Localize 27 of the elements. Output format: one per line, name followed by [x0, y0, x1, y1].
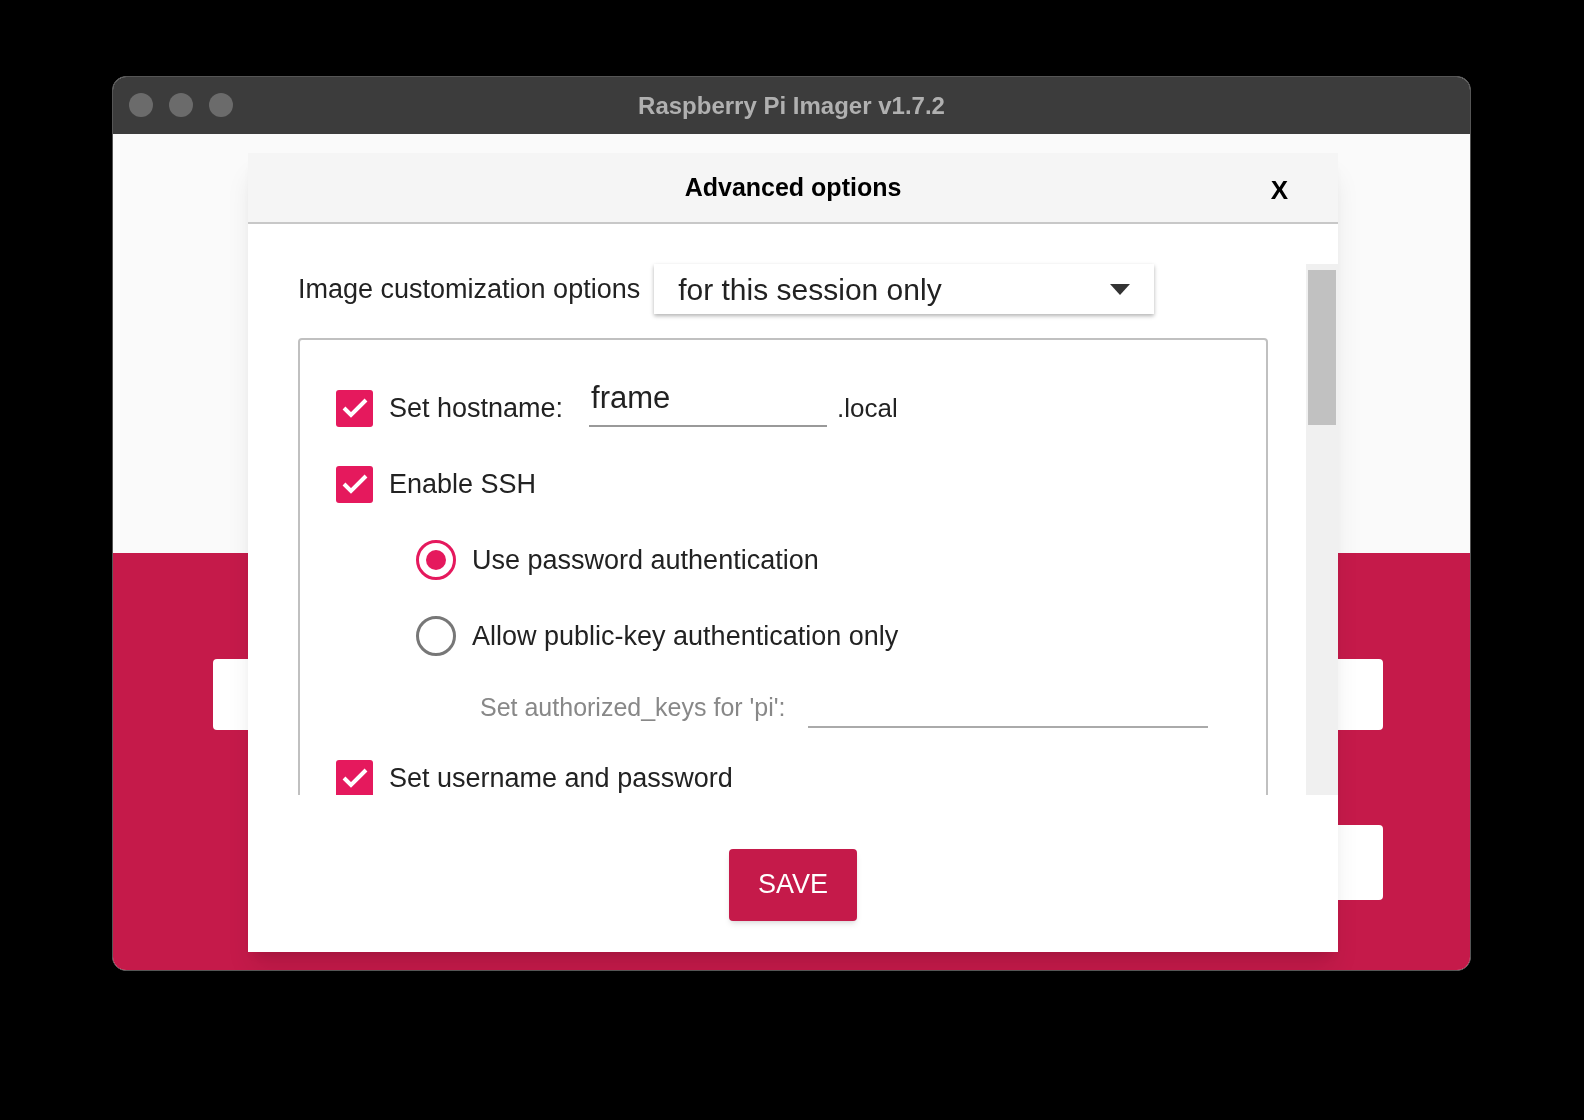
checkbox[interactable]: [336, 389, 373, 427]
close-window-button[interactable]: [129, 93, 153, 117]
minimize-window-button[interactable]: [169, 93, 193, 117]
scrollbar-thumb[interactable]: [1308, 270, 1336, 425]
domain-suffix: .local: [837, 391, 898, 425]
radio-label: Use password authentication: [472, 544, 819, 577]
save-button[interactable]: SAVE: [729, 848, 857, 921]
check-icon: [341, 768, 368, 789]
window-title: Raspberry Pi Imager v1.7.2: [638, 90, 945, 121]
dropdown-caret-icon: [1110, 283, 1131, 295]
radio-button[interactable]: [416, 616, 456, 657]
checkbox-label: Set hostname:: [389, 392, 564, 425]
dialog-title: Advanced options: [684, 171, 902, 203]
hostname-field[interactable]: frame: [589, 375, 828, 428]
field-label: Set authorized_keys for 'pi':: [480, 692, 786, 724]
checkbox-label: Set username and password: [389, 762, 733, 795]
zoom-window-button[interactable]: [209, 93, 233, 117]
customization-dropdown[interactable]: for this session only: [654, 264, 1155, 314]
radio-button[interactable]: [416, 540, 456, 581]
check-icon: [341, 398, 368, 419]
checkbox[interactable]: [336, 465, 373, 503]
customization-label: Image customization options: [298, 272, 641, 306]
checkbox[interactable]: [336, 759, 373, 795]
check-icon: [341, 474, 368, 495]
radio-label: Allow public-key authentication only: [472, 620, 899, 653]
checkbox-label: Enable SSH: [389, 468, 537, 501]
close-button[interactable]: X: [1270, 171, 1288, 210]
